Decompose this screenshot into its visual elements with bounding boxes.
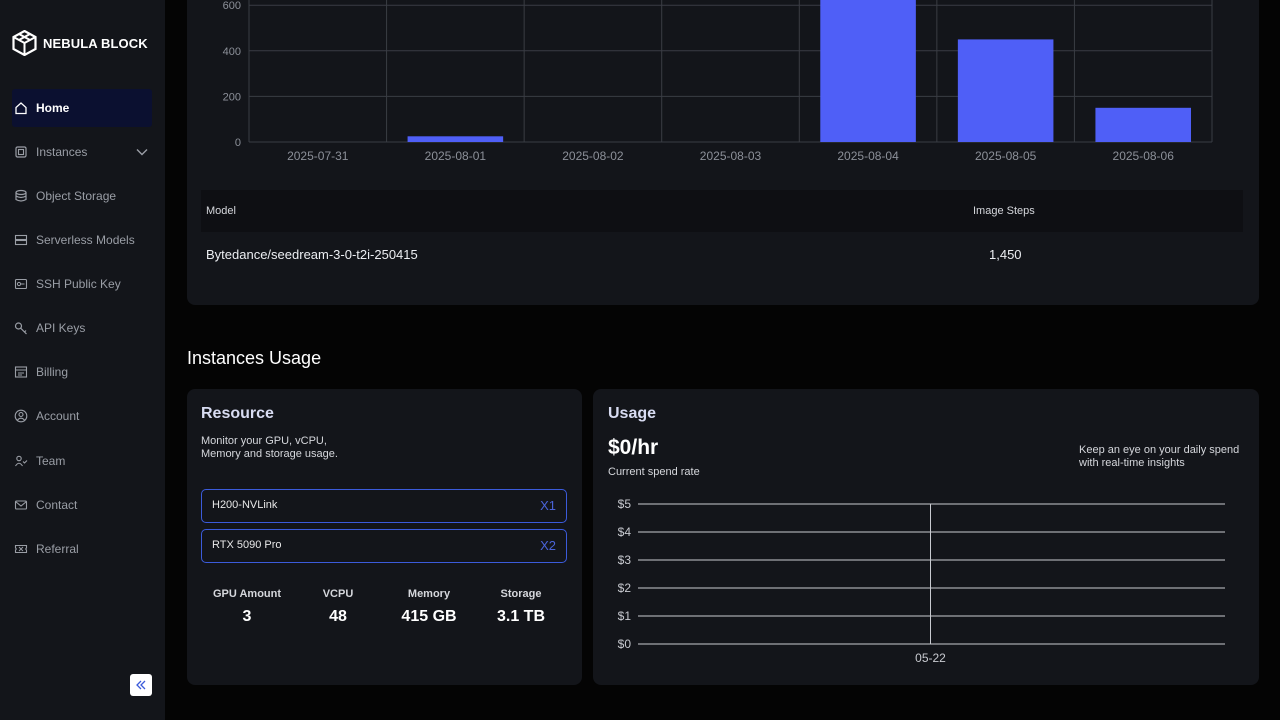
collapse-sidebar-button[interactable]	[130, 674, 152, 696]
database-icon	[14, 189, 28, 203]
sidebar-item-label: Billing	[36, 365, 69, 379]
stat-value: 3.1 TB	[496, 608, 545, 625]
y-tick-label: $2	[618, 581, 632, 595]
mail-icon	[14, 498, 28, 512]
header-image-steps: Image Steps	[973, 205, 1035, 217]
double-chevron-left-icon	[136, 680, 146, 690]
stat-memory: Memory 415 GB	[384, 588, 474, 626]
y-tick-label: $5	[618, 497, 632, 511]
header-model: Model	[206, 205, 236, 217]
sidebar-item-serverless-models[interactable]: Serverless Models	[12, 221, 152, 259]
gpu-item[interactable]: RTX 5090 Pro X2	[201, 529, 567, 563]
gpu-name: H200-NVLink	[212, 499, 278, 511]
sidebar-item-label: Contact	[36, 498, 78, 512]
stat-gpu-amount: GPU Amount 3	[202, 588, 292, 626]
x-tick-label: 2025-08-03	[700, 149, 762, 163]
cube-logo-icon	[12, 30, 37, 56]
stat-label: VCPU	[322, 588, 354, 600]
sidebar-item-team[interactable]: Team	[12, 442, 152, 480]
sidebar-item-billing[interactable]: Billing	[12, 353, 152, 391]
x-tick-label: 2025-08-01	[425, 149, 487, 163]
resource-panel: Resource Monitor your GPU, vCPU, Memory …	[187, 389, 582, 685]
model-table-header: Model Image Steps	[201, 190, 1243, 232]
gpu-item[interactable]: H200-NVLink X1	[201, 489, 567, 523]
brand-logo[interactable]: NEBULA BLOCK	[12, 30, 148, 56]
y-tick-label: 400	[223, 46, 241, 58]
x-tick-label: 05-22	[915, 651, 946, 665]
image-steps-bar-chart: 0 200 400 600 2025-07-31 2025-08-01 2025-08-02…	[223, 0, 1213, 163]
stat-label: Memory	[407, 588, 451, 600]
sidebar-item-home[interactable]: Home	[12, 89, 152, 127]
resource-title: Resource	[201, 405, 274, 422]
usage-panel: Usage $0/hr Current spend rate Keep an e…	[593, 389, 1259, 685]
y-tick-label: 0	[235, 137, 241, 149]
sidebar-item-label: API Keys	[36, 321, 86, 335]
bar	[957, 39, 1054, 142]
server-icon	[14, 233, 28, 247]
usage-line-chart: $5 $4 $3 $2 $1 $0 05-22	[618, 497, 1225, 665]
chevron-down-icon[interactable]	[136, 145, 148, 159]
y-tick-label: $1	[618, 609, 632, 623]
x-tick-label: 2025-08-06	[1113, 149, 1175, 163]
sidebar-item-referral[interactable]: Referral	[12, 530, 152, 568]
stat-label: Storage	[500, 588, 542, 600]
table-row: Bytedance/seedream-3-0-t2i-250415 1,450	[201, 234, 1243, 274]
y-tick-label: $4	[618, 525, 632, 539]
y-tick-label: 600	[223, 0, 241, 12]
y-tick-label: $0	[618, 637, 632, 651]
x-tick-label: 2025-08-05	[975, 149, 1037, 163]
brand-name: NEBULA BLOCK	[43, 35, 148, 51]
sidebar-item-contact[interactable]: Contact	[12, 486, 152, 524]
stat-vcpu: VCPU 48	[293, 588, 383, 626]
key-icon	[14, 321, 28, 335]
sidebar-item-object-storage[interactable]: Object Storage	[12, 177, 152, 215]
home-icon	[14, 101, 28, 115]
stat-value: 48	[329, 608, 347, 625]
y-tick-label: $3	[618, 553, 632, 567]
resource-description: Monitor your GPU, vCPU, Memory and stora…	[201, 435, 338, 460]
x-tick-label: 2025-07-31	[287, 149, 349, 163]
stat-storage: Storage 3.1 TB	[476, 588, 566, 626]
sidebar-item-label: Referral	[36, 542, 79, 556]
sidebar-item-label: Team	[36, 454, 66, 468]
gpu-quantity: X2	[540, 538, 556, 553]
team-icon	[14, 454, 28, 468]
stat-label: GPU Amount	[212, 588, 282, 600]
gpu-name: RTX 5090 Pro	[212, 539, 282, 551]
sidebar-item-instances[interactable]: Instances	[12, 133, 152, 171]
x-tick-label: 2025-08-02	[562, 149, 624, 163]
sidebar-item-label: Account	[36, 409, 80, 423]
sidebar-item-label: Serverless Models	[36, 233, 135, 247]
ticket-icon	[14, 542, 28, 556]
sidebar-item-label: Instances	[36, 145, 88, 159]
sidebar-item-label: Home	[36, 101, 70, 115]
chip-icon	[14, 145, 28, 159]
key-card-icon	[14, 277, 28, 291]
sidebar-item-label: SSH Public Key	[36, 277, 121, 291]
bar	[1095, 107, 1191, 142]
instances-usage-title: Instances Usage	[187, 348, 322, 368]
bar	[820, 0, 916, 142]
gpu-quantity: X1	[540, 498, 556, 513]
sidebar: NEBULA BLOCK Home Instances Object Stora…	[0, 0, 165, 720]
sidebar-item-ssh-public-key[interactable]: SSH Public Key	[12, 265, 152, 303]
x-tick-label: 2025-08-04	[837, 149, 899, 163]
stat-value: 415 GB	[401, 608, 457, 625]
model-name-cell: Bytedance/seedream-3-0-t2i-250415	[206, 247, 418, 262]
sidebar-item-label: Object Storage	[36, 189, 117, 203]
sidebar-item-account[interactable]: Account	[12, 397, 152, 435]
user-circle-icon	[14, 409, 28, 423]
y-tick-label: 200	[223, 91, 241, 103]
image-steps-cell: 1,450	[989, 247, 1022, 262]
sidebar-item-api-keys[interactable]: API Keys	[12, 309, 152, 347]
bar	[407, 136, 504, 142]
stat-value: 3	[242, 608, 252, 625]
billing-icon	[14, 365, 28, 379]
